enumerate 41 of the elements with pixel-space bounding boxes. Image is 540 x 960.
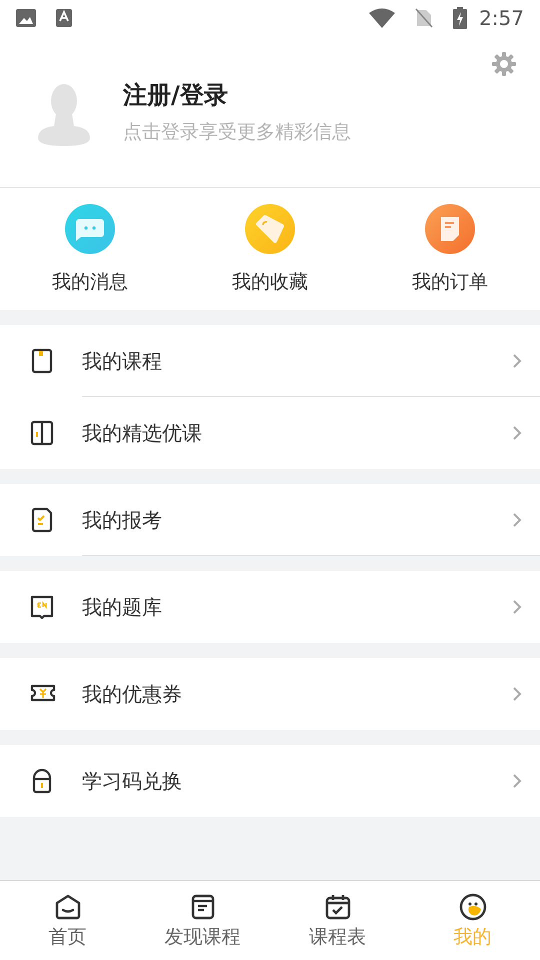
language-book-icon [30,594,56,620]
menu-label: 我的精选优课 [82,420,203,447]
open-book-icon [30,420,56,446]
shortcut-label[interactable]: 我的消息 [52,268,128,296]
menu-label: 学习码兑换 [82,768,183,795]
no-sim-icon [415,8,434,28]
menu-item[interactable]: 我的优惠券 [0,658,540,730]
menu-item[interactable]: 学习码兑换 [0,745,540,817]
keyboard-icon [56,9,72,27]
calendar-check-icon [324,893,352,921]
shortcut-label[interactable]: 我的收藏 [232,268,308,296]
home-icon [54,893,82,921]
menu-label: 我的题库 [82,594,163,621]
chevron-right-icon [512,599,522,615]
tag-icon[interactable] [245,204,295,254]
tab[interactable]: 发现课程 [135,881,270,960]
chevron-right-icon [512,512,522,528]
smiley-face-icon [458,893,486,921]
menu-item[interactable]: 我的题库 [0,571,540,643]
tab[interactable]: 首页 [0,881,135,960]
menu-label: 我的优惠券 [82,681,183,708]
battery-icon [453,7,468,29]
message-bubble-icon[interactable] [65,204,115,254]
login-title[interactable]: 注册/登录 [123,78,351,112]
document-icon[interactable] [425,204,475,254]
avatar-silhouette[interactable] [38,84,90,146]
menu-item[interactable]: 我的报考 [0,484,540,556]
wifi-icon [369,8,396,28]
image-icon [16,9,36,27]
tab[interactable]: 课程表 [270,881,405,960]
menu-item[interactable]: 我的课程 [0,325,540,397]
menu-item[interactable]: 我的精选优课 [0,397,540,469]
menu-label: 我的课程 [82,348,163,374]
login-hint: 点击登录享受更多精彩信息 [123,120,351,145]
chevron-right-icon [512,352,522,368]
chevron-right-icon [512,425,522,441]
clock-time: 2:57 [479,5,524,32]
chevron-right-icon [512,686,522,702]
menu-label: 我的报考 [82,506,163,534]
chevron-right-icon [512,773,522,789]
shortcut-label[interactable]: 我的订单 [412,268,488,296]
